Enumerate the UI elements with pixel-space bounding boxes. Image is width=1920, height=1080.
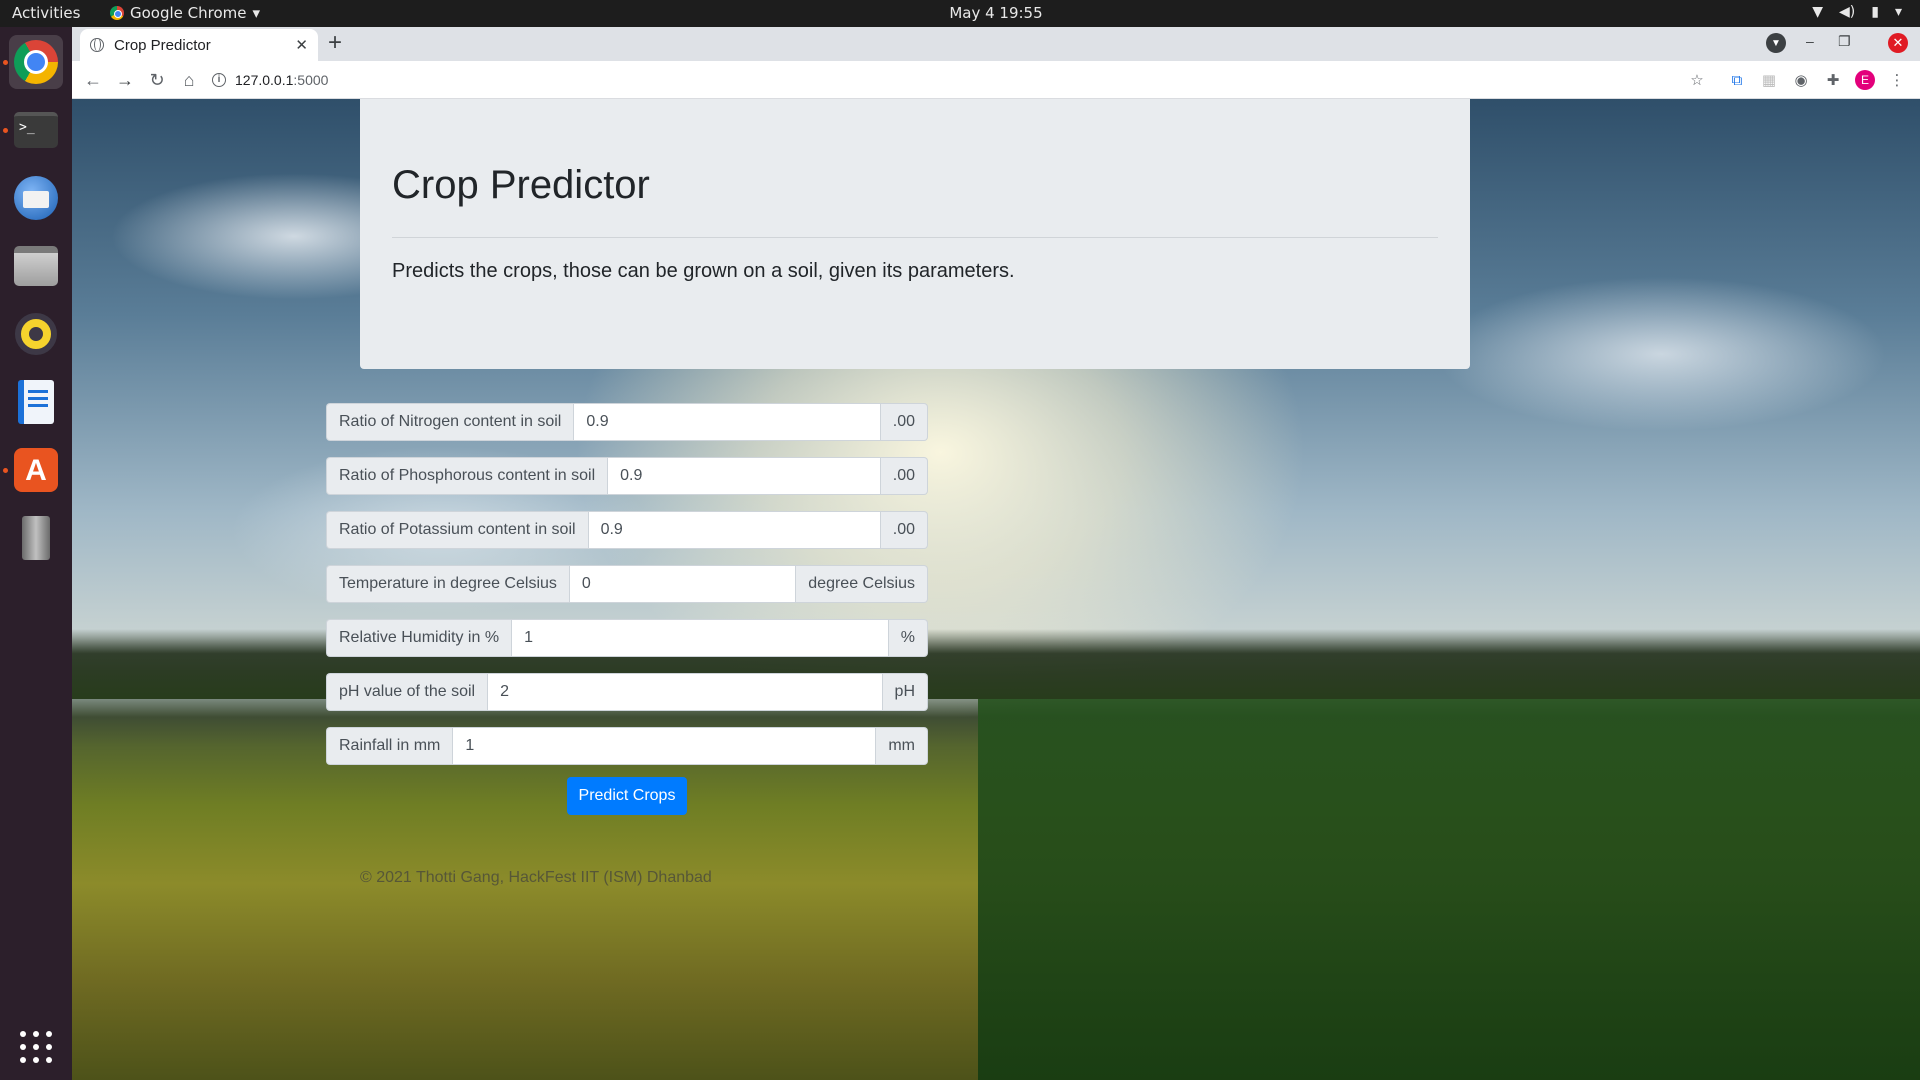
dock-chrome[interactable] bbox=[9, 35, 63, 89]
phosphorous-input[interactable]: 0.9 bbox=[607, 457, 881, 495]
chrome-menu-icon[interactable]: ⋮ bbox=[1887, 70, 1907, 90]
forward-arrow-icon[interactable]: → bbox=[112, 67, 138, 93]
field-label: Ratio of Potassium content in soil bbox=[326, 511, 588, 549]
page-title: Crop Predictor bbox=[392, 163, 650, 207]
field-suffix: .00 bbox=[880, 403, 928, 441]
screenshot-extension-icon[interactable]: ◉ bbox=[1791, 70, 1811, 90]
close-window-button[interactable]: ✕ bbox=[1888, 33, 1908, 53]
show-apps-grid-icon[interactable] bbox=[20, 1031, 52, 1063]
dock-terminal[interactable]: >_ bbox=[9, 103, 63, 157]
running-indicator bbox=[3, 128, 8, 133]
field-potassium: Ratio of Potassium content in soil 0.9 .… bbox=[326, 511, 928, 549]
page-viewport: Crop Predictor Predicts the crops, those… bbox=[72, 99, 1920, 1080]
dock-drive[interactable] bbox=[9, 511, 63, 565]
system-tray[interactable]: ▼ ◀) ▮ ▾ bbox=[1812, 4, 1902, 20]
jumbotron: Crop Predictor Predicts the crops, those… bbox=[360, 99, 1470, 369]
divider bbox=[392, 237, 1438, 238]
translate-extension-icon[interactable]: ⧉ bbox=[1727, 70, 1747, 90]
field-label: Ratio of Nitrogen content in soil bbox=[326, 403, 574, 441]
field-label: Relative Humidity in % bbox=[326, 619, 512, 657]
tab-title: Crop Predictor bbox=[114, 36, 211, 54]
software-store-icon: A bbox=[14, 448, 58, 492]
potassium-input[interactable]: 0.9 bbox=[587, 511, 881, 549]
battery-icon: ▮ bbox=[1871, 4, 1879, 20]
tab-crop-predictor[interactable]: Crop Predictor ✕ bbox=[80, 29, 318, 61]
dock: >_ A bbox=[0, 27, 72, 1080]
dock-software[interactable]: A bbox=[9, 443, 63, 497]
field-suffix: mm bbox=[876, 727, 928, 765]
reload-icon[interactable]: ↻ bbox=[144, 67, 170, 93]
ph-input[interactable]: 2 bbox=[487, 673, 883, 711]
files-icon bbox=[14, 246, 58, 286]
running-indicator bbox=[3, 468, 8, 473]
humidity-input[interactable]: 1 bbox=[511, 619, 889, 657]
mail-icon bbox=[14, 176, 58, 220]
field-suffix: .00 bbox=[880, 457, 928, 495]
wifi-icon: ▼ bbox=[1812, 4, 1824, 20]
volume-icon: ◀) bbox=[1839, 4, 1856, 20]
field-suffix: .00 bbox=[880, 511, 928, 549]
site-info-icon[interactable]: i bbox=[212, 73, 226, 87]
field-nitrogen: Ratio of Nitrogen content in soil 0.9 .0… bbox=[326, 403, 928, 441]
running-indicator bbox=[3, 60, 8, 65]
document-icon bbox=[18, 380, 54, 424]
music-icon bbox=[15, 313, 57, 355]
extensions-puzzle-icon[interactable]: ✚ bbox=[1823, 70, 1843, 90]
submit-row: Predict Crops bbox=[326, 777, 928, 815]
field-rainfall: Rainfall in mm 1 mm bbox=[326, 727, 928, 765]
field-suffix: % bbox=[888, 619, 928, 657]
rainfall-input[interactable]: 1 bbox=[452, 727, 877, 765]
field-humidity: Relative Humidity in % 1 % bbox=[326, 619, 928, 657]
address-bar[interactable]: i 127.0.0.1:5000 bbox=[212, 64, 1772, 96]
terminal-icon: >_ bbox=[14, 112, 58, 148]
tab-search-icon[interactable]: ▼ bbox=[1766, 33, 1786, 53]
content-container: Crop Predictor Predicts the crops, those… bbox=[360, 99, 1470, 369]
drive-icon bbox=[22, 516, 50, 560]
browser-toolbar: ← → ↻ ⌂ i 127.0.0.1:5000 ☆ ⧉ ▦ ◉ ✚ E ⋮ bbox=[72, 61, 1920, 99]
field-label: Ratio of Phosphorous content in soil bbox=[326, 457, 608, 495]
temperature-input[interactable]: 0 bbox=[568, 565, 797, 603]
field-temperature: Temperature in degree Celsius 0 degree C… bbox=[326, 565, 928, 603]
chevron-down-icon: ▾ bbox=[1894, 4, 1902, 20]
tab-strip: Crop Predictor ✕ + ▼ – ❐ ✕ bbox=[72, 27, 1920, 61]
field-suffix: degree Celsius bbox=[796, 565, 928, 603]
bookmark-star-icon[interactable]: ☆ bbox=[1687, 70, 1707, 90]
extension-icon[interactable]: ▦ bbox=[1759, 70, 1779, 90]
system-top-bar: Activities Google Chrome ▾ May 4 19:55 ▼… bbox=[0, 0, 1920, 27]
url-port: :5000 bbox=[293, 72, 329, 88]
profile-avatar[interactable]: E bbox=[1855, 70, 1875, 90]
dock-writer[interactable] bbox=[9, 375, 63, 429]
close-tab-icon[interactable]: ✕ bbox=[295, 36, 308, 54]
new-tab-button[interactable]: + bbox=[328, 29, 342, 57]
dock-rhythmbox[interactable] bbox=[9, 307, 63, 361]
field-suffix: pH bbox=[882, 673, 928, 711]
dock-files[interactable] bbox=[9, 239, 63, 293]
field-label: pH value of the soil bbox=[326, 673, 488, 711]
dock-thunderbird[interactable] bbox=[9, 171, 63, 225]
home-icon[interactable]: ⌂ bbox=[176, 67, 202, 93]
back-arrow-icon[interactable]: ← bbox=[80, 67, 106, 93]
restore-button[interactable]: ❐ bbox=[1838, 33, 1851, 50]
crop-form: Ratio of Nitrogen content in soil 0.9 .0… bbox=[326, 403, 928, 815]
chrome-icon bbox=[14, 40, 58, 84]
clock[interactable]: May 4 19:55 bbox=[0, 4, 1920, 22]
page-lead: Predicts the crops, those can be grown o… bbox=[392, 260, 1015, 282]
url-host: 127.0.0.1 bbox=[235, 72, 294, 88]
nitrogen-input[interactable]: 0.9 bbox=[573, 403, 881, 441]
minimize-button[interactable]: – bbox=[1806, 33, 1814, 49]
browser-window: Crop Predictor ✕ + ▼ – ❐ ✕ ← → ↻ ⌂ i 127… bbox=[72, 27, 1920, 1080]
field-label: Rainfall in mm bbox=[326, 727, 453, 765]
footer-copyright: © 2021 Thotti Gang, HackFest IIT (ISM) D… bbox=[360, 869, 712, 886]
predict-crops-button[interactable]: Predict Crops bbox=[566, 777, 688, 815]
field-phosphorous: Ratio of Phosphorous content in soil 0.9… bbox=[326, 457, 928, 495]
field-ph: pH value of the soil 2 pH bbox=[326, 673, 928, 711]
globe-icon bbox=[90, 38, 104, 52]
field-label: Temperature in degree Celsius bbox=[326, 565, 569, 603]
